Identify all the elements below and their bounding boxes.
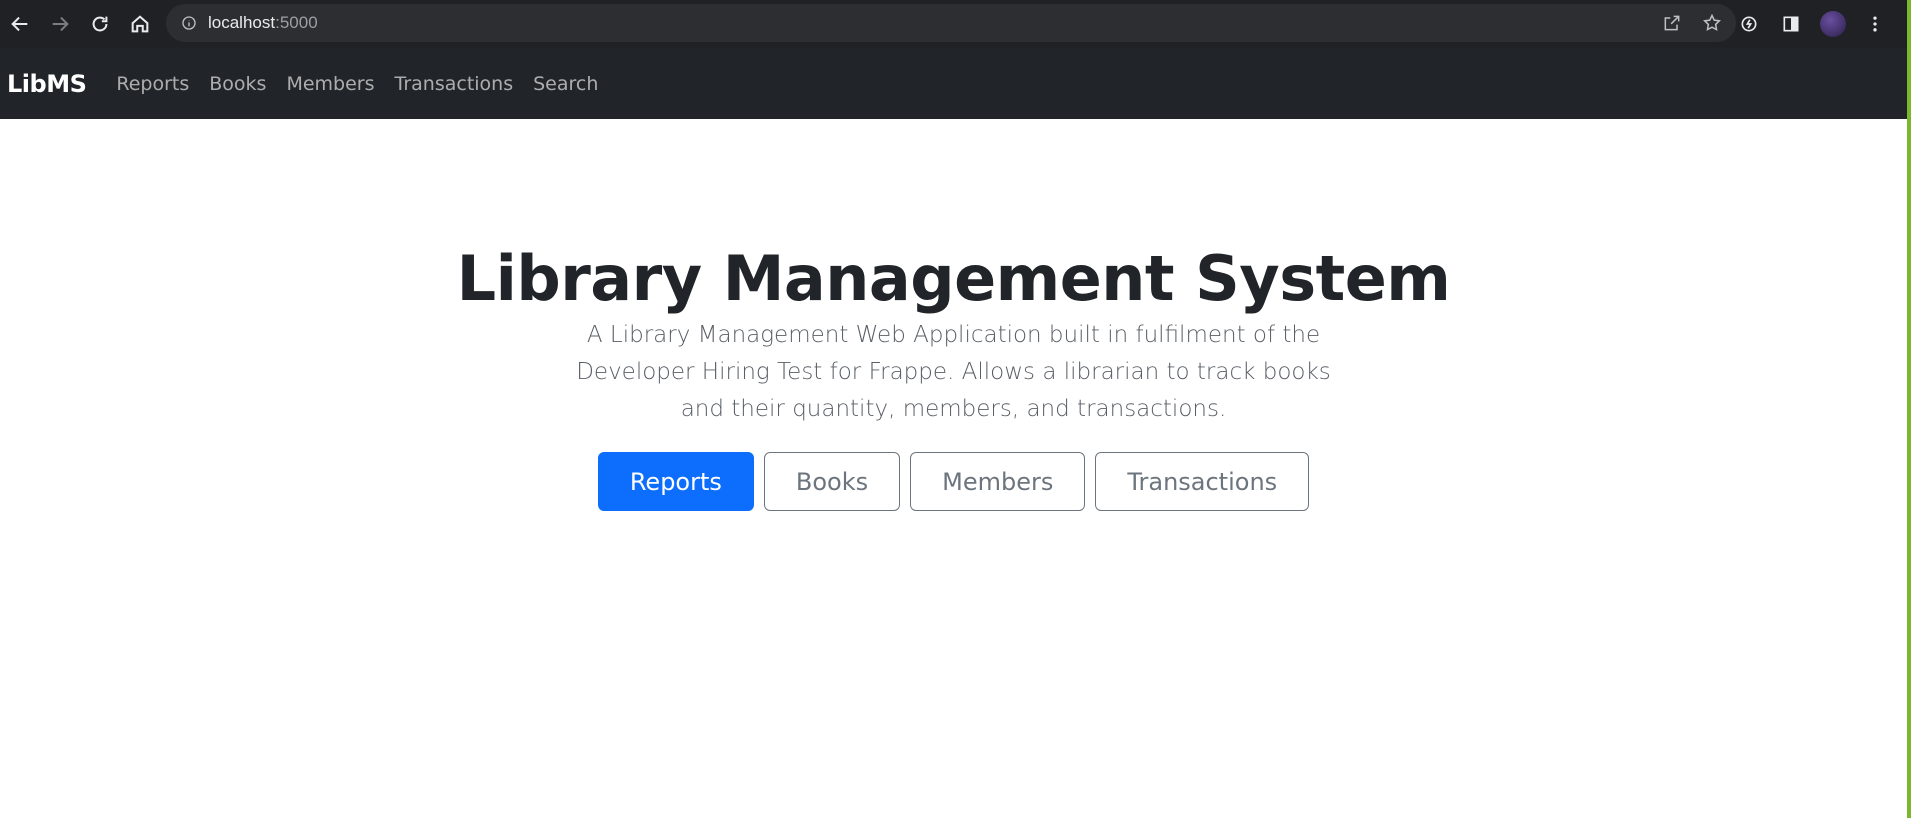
nav-link-search[interactable]: Search bbox=[533, 73, 598, 95]
url-host: localhost bbox=[208, 13, 276, 32]
books-button[interactable]: Books bbox=[763, 452, 901, 511]
hero-buttons: Reports Books Members Transactions bbox=[0, 452, 1907, 511]
nav-link-books[interactable]: Books bbox=[209, 73, 266, 95]
url-port: :5000 bbox=[275, 13, 318, 32]
share-icon[interactable] bbox=[1656, 7, 1688, 39]
side-panel-icon[interactable] bbox=[1773, 6, 1809, 42]
nav-link-transactions[interactable]: Transactions bbox=[395, 73, 514, 95]
app-navbar: LibMS Reports Books Members Transactions… bbox=[0, 48, 1907, 119]
hero-section: Library Management System A Library Mana… bbox=[0, 119, 1907, 511]
extension-icon[interactable] bbox=[1731, 6, 1767, 42]
menu-kebab-icon[interactable] bbox=[1857, 6, 1893, 42]
avatar bbox=[1820, 11, 1846, 37]
back-icon[interactable] bbox=[0, 4, 40, 44]
transactions-button[interactable]: Transactions bbox=[1095, 452, 1310, 511]
forward-icon[interactable] bbox=[40, 4, 80, 44]
profile-avatar[interactable] bbox=[1815, 6, 1851, 42]
nav-link-reports[interactable]: Reports bbox=[116, 73, 189, 95]
reload-icon[interactable] bbox=[80, 4, 120, 44]
address-bar[interactable]: localhost:5000 bbox=[166, 4, 1736, 42]
page-title: Library Management System bbox=[456, 242, 1451, 315]
site-info-icon[interactable] bbox=[180, 14, 198, 32]
members-button[interactable]: Members bbox=[910, 452, 1086, 511]
bookmark-star-icon[interactable] bbox=[1696, 7, 1728, 39]
url-text[interactable]: localhost:5000 bbox=[208, 13, 318, 33]
window-edge bbox=[1907, 0, 1911, 818]
browser-toolbar: localhost:5000 bbox=[0, 0, 1911, 48]
reports-button[interactable]: Reports bbox=[597, 452, 754, 511]
hero-description: A Library Management Web Application bui… bbox=[576, 322, 1331, 422]
brand-logo[interactable]: LibMS bbox=[7, 70, 87, 98]
nav-links: Reports Books Members Transactions Searc… bbox=[116, 73, 598, 95]
nav-link-members[interactable]: Members bbox=[286, 73, 374, 95]
home-icon[interactable] bbox=[120, 4, 160, 44]
